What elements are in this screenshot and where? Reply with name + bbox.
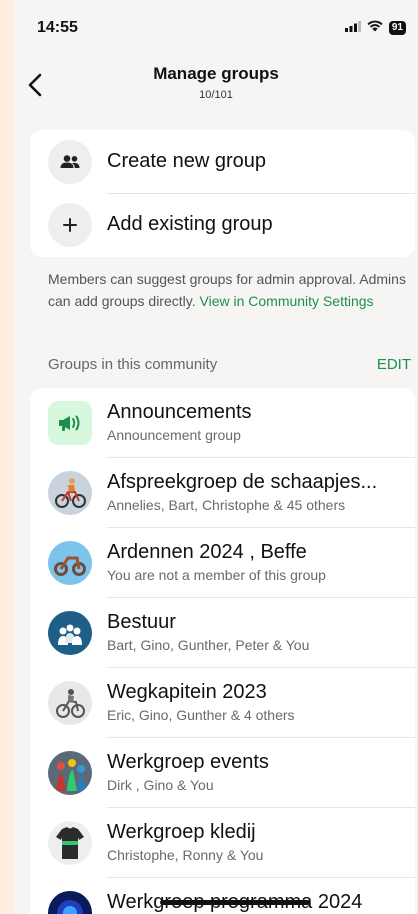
group-name: Wegkapitein 2023 xyxy=(107,681,267,703)
group-name: Announcements xyxy=(107,401,252,423)
wifi-icon xyxy=(367,19,383,37)
people-icon xyxy=(48,140,92,184)
create-group-label: Create new group xyxy=(107,150,266,172)
create-group-button[interactable]: Create new group xyxy=(30,130,415,193)
edit-button[interactable]: EDIT xyxy=(377,356,411,373)
group-row[interactable]: Afspreekgroep de schaapjes... Annelies, … xyxy=(30,458,415,528)
group-subtitle: Annelies, Bart, Christophe & 45 others xyxy=(107,497,346,513)
group-count: 10/101 xyxy=(199,89,233,101)
group-subtitle: Announcement group xyxy=(107,427,241,443)
jersey-avatar xyxy=(48,821,92,865)
section-title: Groups in this community xyxy=(48,356,218,373)
events-avatar xyxy=(48,751,92,795)
plus-icon xyxy=(48,203,92,247)
group-subtitle: Christophe, Ronny & You xyxy=(107,847,264,863)
home-indicator xyxy=(160,900,310,905)
program-avatar xyxy=(48,891,92,914)
group-row[interactable]: Werkgroep events Dirk , Gino & You xyxy=(30,738,415,808)
group-row[interactable]: Bestuur Bart, Gino, Gunther, Peter & You xyxy=(30,598,415,668)
groups-list: Announcements Announcement group Afspree… xyxy=(30,388,415,914)
group-name: Bestuur xyxy=(107,611,176,633)
bicycle-avatar xyxy=(48,541,92,585)
group-subtitle: Eric, Gino, Gunther & 4 others xyxy=(107,707,295,723)
group-subtitle: You are not a member of this group xyxy=(107,567,326,583)
info-text: Members can suggest groups for admin app… xyxy=(48,268,408,312)
group-row[interactable]: Werkgroep programma 2024 xyxy=(30,878,415,914)
road-captain-avatar xyxy=(48,681,92,725)
group-name: Werkgroep kledij xyxy=(107,821,256,843)
board-avatar xyxy=(48,611,92,655)
signal-icon xyxy=(344,19,361,37)
add-existing-group-button[interactable]: Add existing group xyxy=(30,194,415,257)
group-subtitle: Bart, Gino, Gunther, Peter & You xyxy=(107,637,310,653)
status-bar: 14:55 91 xyxy=(14,0,418,56)
group-subtitle: Dirk , Gino & You xyxy=(107,777,214,793)
group-row[interactable]: Werkgroep kledij Christophe, Ronny & You xyxy=(30,808,415,878)
group-row[interactable]: Announcements Announcement group xyxy=(30,388,415,458)
status-time: 14:55 xyxy=(37,19,78,36)
megaphone-icon xyxy=(48,401,92,445)
section-header: Groups in this community EDIT xyxy=(48,356,411,373)
phone-screen: 14:55 91 Manage groups 10/101 Create new… xyxy=(14,0,418,914)
group-name: Werkgroep events xyxy=(107,751,269,773)
group-row[interactable]: Wegkapitein 2023 Eric, Gino, Gunther & 4… xyxy=(30,668,415,738)
nav-bar: Manage groups 10/101 xyxy=(14,56,418,110)
add-existing-group-label: Add existing group xyxy=(107,213,273,235)
group-row[interactable]: Ardennen 2024 , Beffe You are not a memb… xyxy=(30,528,415,598)
page-title: Manage groups xyxy=(153,64,279,83)
status-icons: 91 xyxy=(344,19,406,37)
actions-card: Create new group Add existing group xyxy=(30,130,415,257)
group-name: Afspreekgroep de schaapjes... xyxy=(107,471,378,493)
cyclist-avatar xyxy=(48,471,92,515)
group-name: Ardennen 2024 , Beffe xyxy=(107,541,307,563)
battery-icon: 91 xyxy=(388,21,406,35)
community-settings-link[interactable]: View in Community Settings xyxy=(200,293,374,309)
